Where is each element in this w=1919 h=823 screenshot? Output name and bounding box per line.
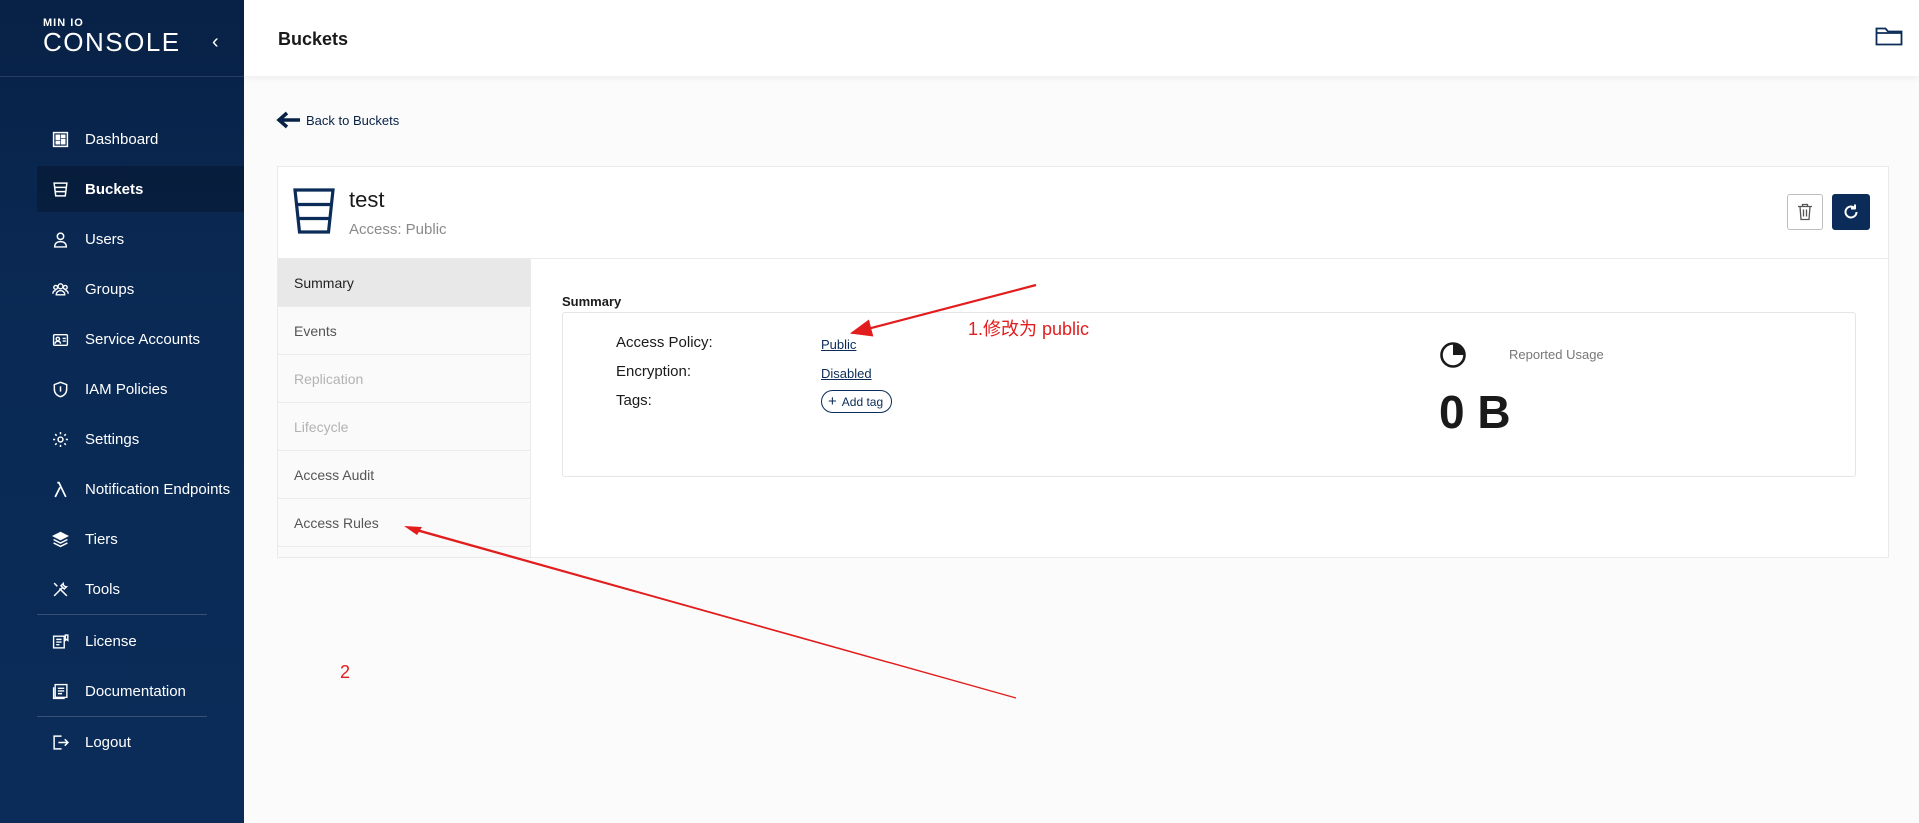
license-icon [49,630,71,652]
bucket-tabs: Summary Events Replication Lifecycle Acc… [278,259,531,557]
tab-replication[interactable]: Replication [278,355,530,403]
bucket-icon [49,178,71,200]
tab-label: Lifecycle [294,418,349,435]
tab-lifecycle[interactable]: Lifecycle [278,403,530,451]
gear-icon [49,428,71,450]
tab-label: Events [294,322,337,339]
service-accounts-icon [49,328,71,350]
bucket-panel: test Access: Public Summary Events Repli… [277,166,1889,558]
sidebar-item-label: Groups [85,280,135,298]
bucket-access: Access: Public [349,221,447,238]
pie-chart-icon [1440,342,1466,368]
refresh-button[interactable] [1832,194,1870,230]
sidebar-item-label: Documentation [85,682,186,700]
sidebar-item-settings[interactable]: Settings [37,416,244,462]
access-policy-link[interactable]: Public [821,337,856,352]
dashboard-icon [49,128,71,150]
minio-console-logo[interactable]: MIN IO CONSOLE [43,18,181,57]
sidebar-divider [0,76,244,77]
refresh-icon [1844,204,1858,219]
sidebar-item-users[interactable]: Users [37,216,244,262]
logout-icon [49,731,71,753]
sidebar-item-label: IAM Policies [85,380,168,398]
shield-icon [49,378,71,400]
encryption-label: Encryption: [616,363,692,380]
bucket-name: test [349,187,385,212]
bucket-header: test Access: Public [278,167,1888,259]
tab-access-rules[interactable]: Access Rules [278,499,530,547]
sidebar-item-documentation[interactable]: Documentation [37,668,244,714]
sidebar-separator [37,614,207,615]
sidebar-item-label: Tiers [85,530,118,548]
sidebar-item-label: Logout [85,733,131,751]
tab-access-audit[interactable]: Access Audit [278,451,530,499]
sidebar-item-label: Tools [85,580,121,598]
sidebar-item-tiers[interactable]: Tiers [37,516,244,562]
layers-icon [49,528,71,550]
sidebar-item-label: Dashboard [85,130,159,148]
sidebar-item-notification-endpoints[interactable]: Notification Endpoints [37,466,244,512]
tab-label: Summary [294,274,354,291]
trash-icon [1798,203,1812,221]
annotation-note-1: 1.修改为 public [968,319,1090,339]
arrow-left-icon [276,111,300,129]
sidebar-item-logout[interactable]: Logout [37,719,244,765]
sidebar-item-label: Buckets [85,180,144,198]
tab-label: Access Rules [294,514,379,531]
sidebar-item-groups[interactable]: Groups [37,266,244,312]
sidebar-item-label: Notification Endpoints [85,480,231,498]
annotation-note-2: 2 [340,662,351,682]
folder-icon[interactable] [1875,24,1903,48]
sidebar-item-label: Users [85,230,125,248]
sidebar-separator [37,716,207,717]
tags-label: Tags: [616,392,652,409]
tab-summary[interactable]: Summary [278,259,530,307]
sidebar-item-license[interactable]: License [37,618,244,664]
groups-icon [49,278,71,300]
access-policy-label: Access Policy: [616,334,713,351]
chevron-left-icon[interactable]: ‹ [212,32,219,52]
sidebar: MIN IO CONSOLE ‹ Dashboard Buckets Users… [0,0,244,823]
top-header: Buckets [244,0,1919,76]
lambda-icon [49,478,71,500]
add-tag-button[interactable]: + Add tag [821,390,893,413]
sidebar-item-dashboard[interactable]: Dashboard [37,116,244,162]
plus-icon: + [828,393,837,410]
tab-label: Replication [294,370,364,387]
back-to-buckets-link[interactable]: Back to Buckets [276,110,399,130]
bucket-icon [293,188,335,234]
user-icon [49,228,71,250]
add-tag-label: Add tag [841,394,884,409]
summary-box: Access Policy: Public Encryption: Disabl… [562,312,1856,477]
tools-icon [49,578,71,600]
reported-usage-label: Reported Usage [1509,347,1604,362]
sidebar-item-label: License [85,632,137,650]
encryption-link[interactable]: Disabled [821,366,872,381]
delete-bucket-button[interactable] [1787,194,1823,230]
summary-title: Summary [562,294,622,309]
tab-label: Access Audit [294,466,375,483]
sidebar-item-label: Service Accounts [85,330,201,348]
logo-big-text: CONSOLE [43,27,181,57]
page-title: Buckets [278,29,349,49]
sidebar-item-iam-policies[interactable]: IAM Policies [37,366,244,412]
documentation-icon [49,680,71,702]
tab-events[interactable]: Events [278,307,530,355]
sidebar-item-buckets[interactable]: Buckets [37,166,244,212]
sidebar-item-tools[interactable]: Tools [37,566,244,612]
back-link-label: Back to Buckets [306,112,400,128]
sidebar-item-label: Settings [85,430,140,448]
reported-usage-value: 0 B [1439,386,1511,438]
sidebar-item-service-accounts[interactable]: Service Accounts [37,316,244,362]
